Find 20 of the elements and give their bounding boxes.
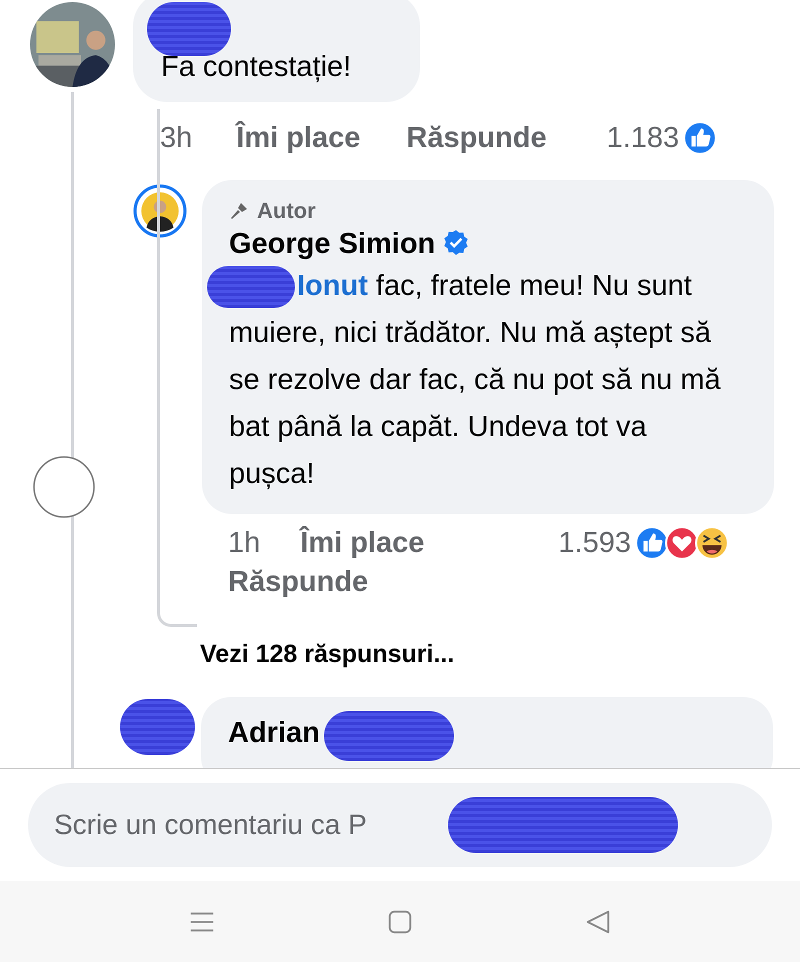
like-icon <box>634 526 669 560</box>
reaction-count: 1.183 <box>606 122 680 154</box>
comment-time: 1h <box>228 526 260 560</box>
view-replies-link[interactable]: Vezi 128 răspunsuri... <box>200 640 454 669</box>
like-link[interactable]: Îmi place <box>300 526 424 560</box>
microphone-icon <box>229 201 249 221</box>
author-label: Autor <box>257 198 316 224</box>
like-link[interactable]: Îmi place <box>236 122 360 154</box>
reply-link[interactable]: Răspunde <box>228 566 368 598</box>
comment-time: 3h <box>160 122 192 154</box>
mention-link[interactable]: Ionut <box>297 270 368 302</box>
author-name[interactable]: Adrian <box>228 717 320 750</box>
reaction-count: 1.593 <box>558 526 631 560</box>
circle-icon <box>32 455 96 519</box>
author-name[interactable]: George Simion <box>229 228 436 261</box>
like-icon <box>683 121 718 155</box>
comment-text: Ionut fac, fratele meu! Nu sunt muiere, nici trădător. Nu mă aștept să se rezolve dar fac, că nu pot să nu mă bat până la capăt. Undeva tot va pușca! <box>229 263 740 498</box>
comment-text: Fa contestație! <box>161 50 352 85</box>
laughing-face-icon <box>694 526 729 560</box>
reply-link[interactable]: Răspunde <box>406 122 547 154</box>
